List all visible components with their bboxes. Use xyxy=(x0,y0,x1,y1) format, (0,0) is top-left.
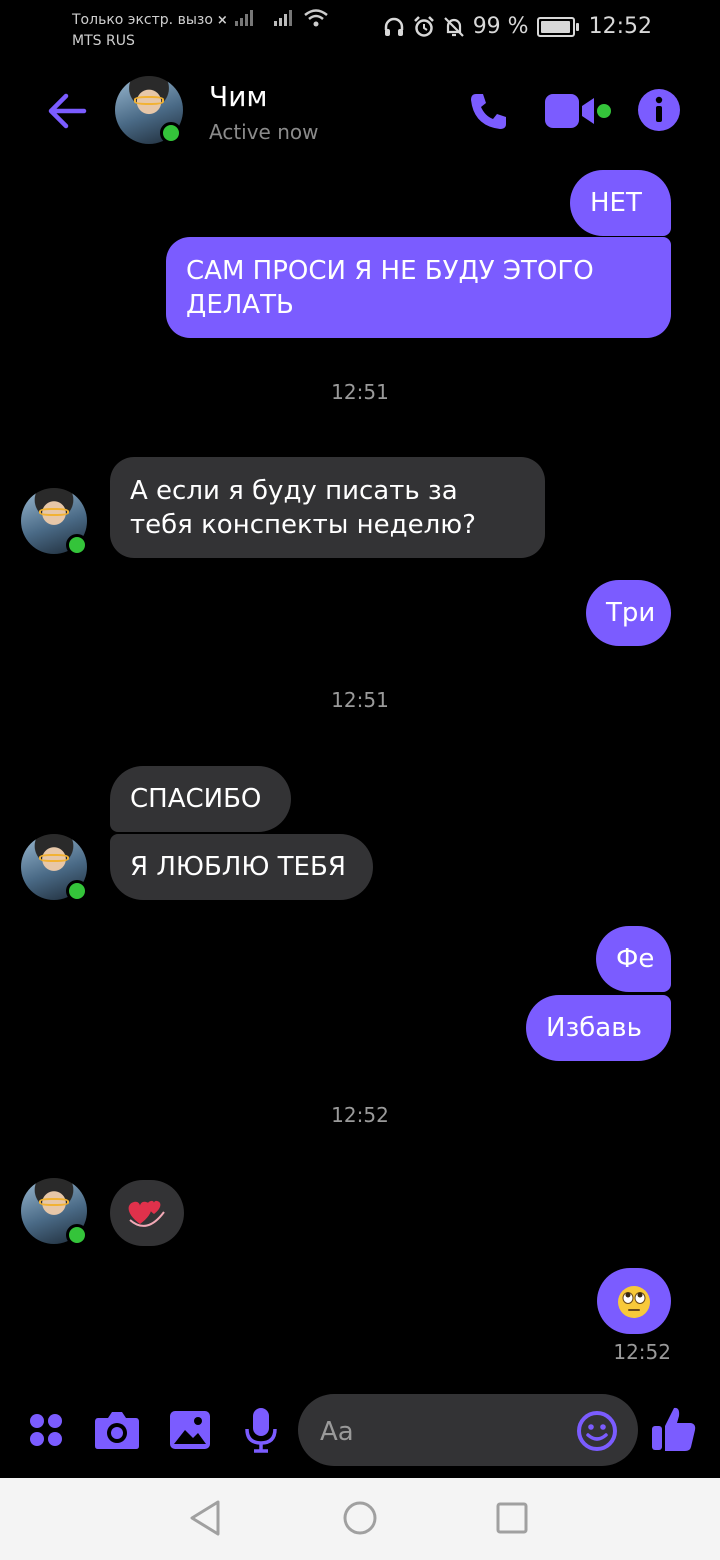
eye-roll-face-icon xyxy=(618,1286,650,1318)
headphones-icon xyxy=(384,17,403,36)
message-bubble-sent[interactable]: САМ ПРОСИ Я НЕ БУДУ ЭТОГО ДЕЛАТЬ xyxy=(166,237,671,338)
timestamp: 12:52 xyxy=(331,1103,389,1127)
revolving-hearts-icon xyxy=(128,1200,165,1227)
timestamp: 12:51 xyxy=(331,688,389,712)
contact-name[interactable]: Чим xyxy=(209,80,268,113)
info-icon[interactable] xyxy=(637,88,681,132)
status-right: 99 % 12:52 xyxy=(383,14,652,39)
battery-text: 99 % xyxy=(472,14,529,39)
battery-icon xyxy=(536,16,579,37)
message-bubble-received[interactable]: А если я буду писать за тебя конспекты н… xyxy=(110,457,545,558)
apps-menu-icon[interactable] xyxy=(28,1412,64,1448)
message-bubble-sent[interactable]: Избавь xyxy=(526,995,671,1061)
status-time: 12:52 xyxy=(588,14,652,39)
nav-back-icon[interactable] xyxy=(186,1498,226,1538)
phone-icon[interactable] xyxy=(466,88,512,134)
like-thumbs-up-icon[interactable] xyxy=(650,1404,698,1454)
wifi-icon xyxy=(304,9,328,27)
microphone-icon[interactable] xyxy=(244,1407,278,1453)
video-call-icon[interactable] xyxy=(544,92,614,132)
message-bubble-sent[interactable]: НЕТ xyxy=(570,170,671,236)
message-bubble-emoji-received[interactable] xyxy=(110,1180,184,1246)
back-arrow-icon[interactable] xyxy=(44,88,90,134)
gallery-icon[interactable] xyxy=(169,1410,211,1450)
online-indicator xyxy=(66,1224,88,1246)
presence-status: Active now xyxy=(209,120,319,144)
emoji-icon[interactable] xyxy=(576,1410,618,1452)
mute-bell-icon xyxy=(443,16,464,37)
signal-icon xyxy=(235,10,254,26)
timestamp: 12:51 xyxy=(331,380,389,404)
message-bubble-emoji-sent[interactable] xyxy=(597,1268,671,1334)
online-indicator xyxy=(160,122,182,144)
online-indicator xyxy=(66,880,88,902)
message-bubble-received[interactable]: Я ЛЮБЛЮ ТЕБЯ xyxy=(110,834,373,900)
alarm-icon xyxy=(413,15,434,37)
message-bubble-received[interactable]: СПАСИБО xyxy=(110,766,291,832)
message-bubble-sent[interactable]: Фе xyxy=(596,926,671,992)
sent-timestamp: 12:52 xyxy=(613,1340,671,1364)
nav-recents-icon[interactable] xyxy=(494,1500,530,1536)
status-carrier: Только экстр. вызо × MTS RUS xyxy=(72,8,329,52)
signal-icon-2 xyxy=(273,10,292,26)
message-bubble-sent[interactable]: Три xyxy=(586,580,671,646)
close-icon: × xyxy=(216,13,228,28)
nav-home-icon[interactable] xyxy=(340,1498,380,1538)
carrier-line1: Только экстр. вызо xyxy=(72,12,213,28)
carrier-line2: MTS RUS xyxy=(72,33,135,49)
camera-icon[interactable] xyxy=(94,1408,140,1450)
online-indicator xyxy=(66,534,88,556)
message-input[interactable] xyxy=(318,1410,562,1454)
